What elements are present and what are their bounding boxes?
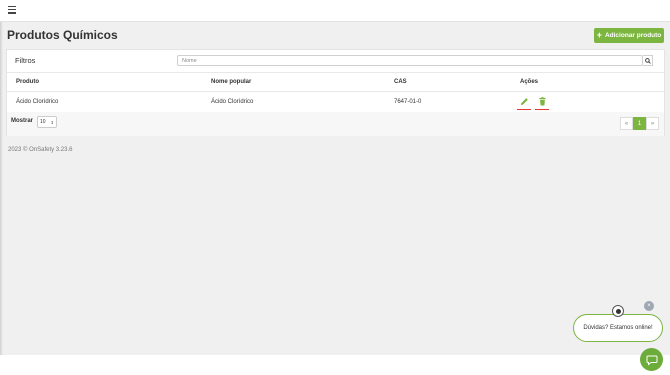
divider [7, 72, 664, 73]
column-header-cas: CAS [394, 79, 407, 85]
sort-caret-icon: ⇕ [50, 119, 54, 125]
add-product-label: Adicionar produto [604, 32, 662, 39]
edit-button[interactable] [517, 97, 531, 110]
search-icon [644, 57, 651, 64]
chat-bubble[interactable]: Dúvidas? Estamos online! [573, 314, 663, 342]
cell-cas: 7647-01-0 [394, 99, 422, 105]
column-header-acoes: Ações [520, 79, 539, 85]
page-size-value: 10 [40, 119, 46, 125]
chat-launcher-button[interactable] [640, 348, 663, 371]
pagination-prev[interactable]: « [620, 117, 633, 130]
sidebar-edge [0, 22, 3, 375]
products-card: Filtros Produto Nome popular CAS Ações Á… [6, 49, 665, 136]
search-button[interactable] [643, 55, 653, 66]
search-input[interactable] [177, 55, 643, 66]
chat-avatar [612, 305, 624, 317]
plus-icon: + [596, 30, 602, 40]
add-product-button[interactable]: + Adicionar produto [594, 28, 664, 43]
top-bar [0, 0, 670, 22]
table-row [7, 92, 664, 112]
pencil-icon [520, 98, 528, 106]
hamburger-icon[interactable] [8, 6, 16, 15]
table-footer [7, 112, 664, 136]
page-title: Produtos Químicos [7, 28, 118, 42]
page-size-select[interactable]: 10 ⇕ [37, 116, 57, 128]
cell-produto: Ácido Clorídrico [16, 99, 59, 105]
pagination-next[interactable]: » [646, 117, 659, 130]
trash-icon [538, 97, 546, 106]
show-label: Mostrar [11, 118, 34, 124]
column-header-nome-popular: Nome popular [211, 79, 252, 85]
close-icon[interactable]: × [644, 301, 654, 311]
chat-icon [646, 355, 657, 366]
pagination-page-1[interactable]: 1 [633, 117, 646, 130]
delete-button[interactable] [535, 97, 549, 110]
column-header-produto: Produto [16, 79, 39, 85]
filters-label: Filtros [15, 56, 36, 65]
copyright: 2023 © OnSafety 3.23.6 [8, 147, 73, 153]
cell-nome-popular: Ácido Clorídrico [211, 99, 254, 105]
bottom-band [0, 355, 670, 375]
